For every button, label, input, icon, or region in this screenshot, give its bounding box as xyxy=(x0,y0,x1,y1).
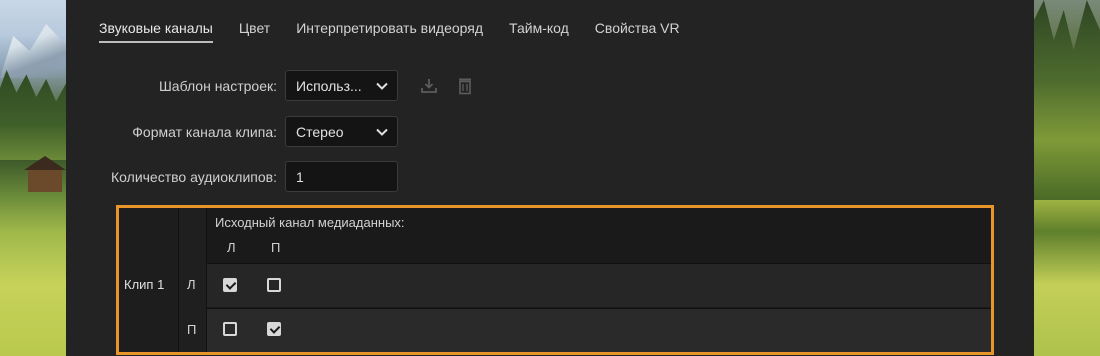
preset-dropdown[interactable]: Использ... xyxy=(285,70,398,101)
preset-label: Шаблон настроек: xyxy=(158,77,277,94)
modify-clip-dialog: Звуковые каналы Цвет Интерпретировать ви… xyxy=(66,0,1034,356)
tab-interpret-footage[interactable]: Интерпретировать видеоряд xyxy=(296,20,483,43)
matrix-row xyxy=(207,263,991,307)
row-channel-right: П xyxy=(187,322,197,337)
mountain xyxy=(0,24,66,78)
checkbox-right-left[interactable] xyxy=(223,322,237,336)
audio-clips-row: Количество аудиоклипов: 1 xyxy=(66,161,398,192)
clip-format-label: Формат канала клипа: xyxy=(132,123,277,140)
chevron-down-icon xyxy=(376,128,388,136)
download-icon xyxy=(421,78,437,93)
save-preset-button[interactable] xyxy=(418,75,440,97)
row-channel-left: Л xyxy=(187,277,196,292)
audio-clips-label: Количество аудиоклипов: xyxy=(111,168,277,185)
checkbox-left-right[interactable] xyxy=(267,278,281,292)
channel-matrix: Исходный канал медиаданных: Л П Клип 1 Л… xyxy=(116,205,994,355)
checkbox-left-left[interactable] xyxy=(223,278,237,292)
tab-color[interactable]: Цвет xyxy=(239,20,270,43)
checkbox-right-right[interactable] xyxy=(267,322,281,336)
clip-format-dropdown[interactable]: Стерео xyxy=(285,116,398,147)
column-header-right: П xyxy=(271,240,281,255)
tab-bar: Звуковые каналы Цвет Интерпретировать ви… xyxy=(99,20,706,43)
preset-row: Шаблон настроек: Использ... xyxy=(66,70,476,101)
background-landscape-right xyxy=(1034,0,1100,356)
column-header-left: Л xyxy=(227,240,236,255)
tab-timecode[interactable]: Тайм-код xyxy=(509,20,569,43)
trees xyxy=(1034,0,1100,200)
clip-format-row: Формат канала клипа: Стерео xyxy=(66,116,398,147)
trees xyxy=(0,70,66,160)
clip-label: Клип 1 xyxy=(124,277,165,292)
source-channel-title: Исходный канал медиаданных: xyxy=(215,215,405,230)
audio-clips-input[interactable]: 1 xyxy=(285,161,398,192)
tab-audio-channels[interactable]: Звуковые каналы xyxy=(99,20,213,43)
clip-format-value: Стерео xyxy=(296,123,344,140)
chevron-down-icon xyxy=(376,82,388,90)
tab-vr-properties[interactable]: Свойства VR xyxy=(595,20,680,43)
preset-value: Использ... xyxy=(296,77,362,94)
background-landscape-left xyxy=(0,0,66,356)
matrix-row xyxy=(207,308,991,352)
trash-icon xyxy=(459,78,471,94)
delete-preset-button[interactable] xyxy=(454,75,476,97)
house xyxy=(28,168,62,192)
